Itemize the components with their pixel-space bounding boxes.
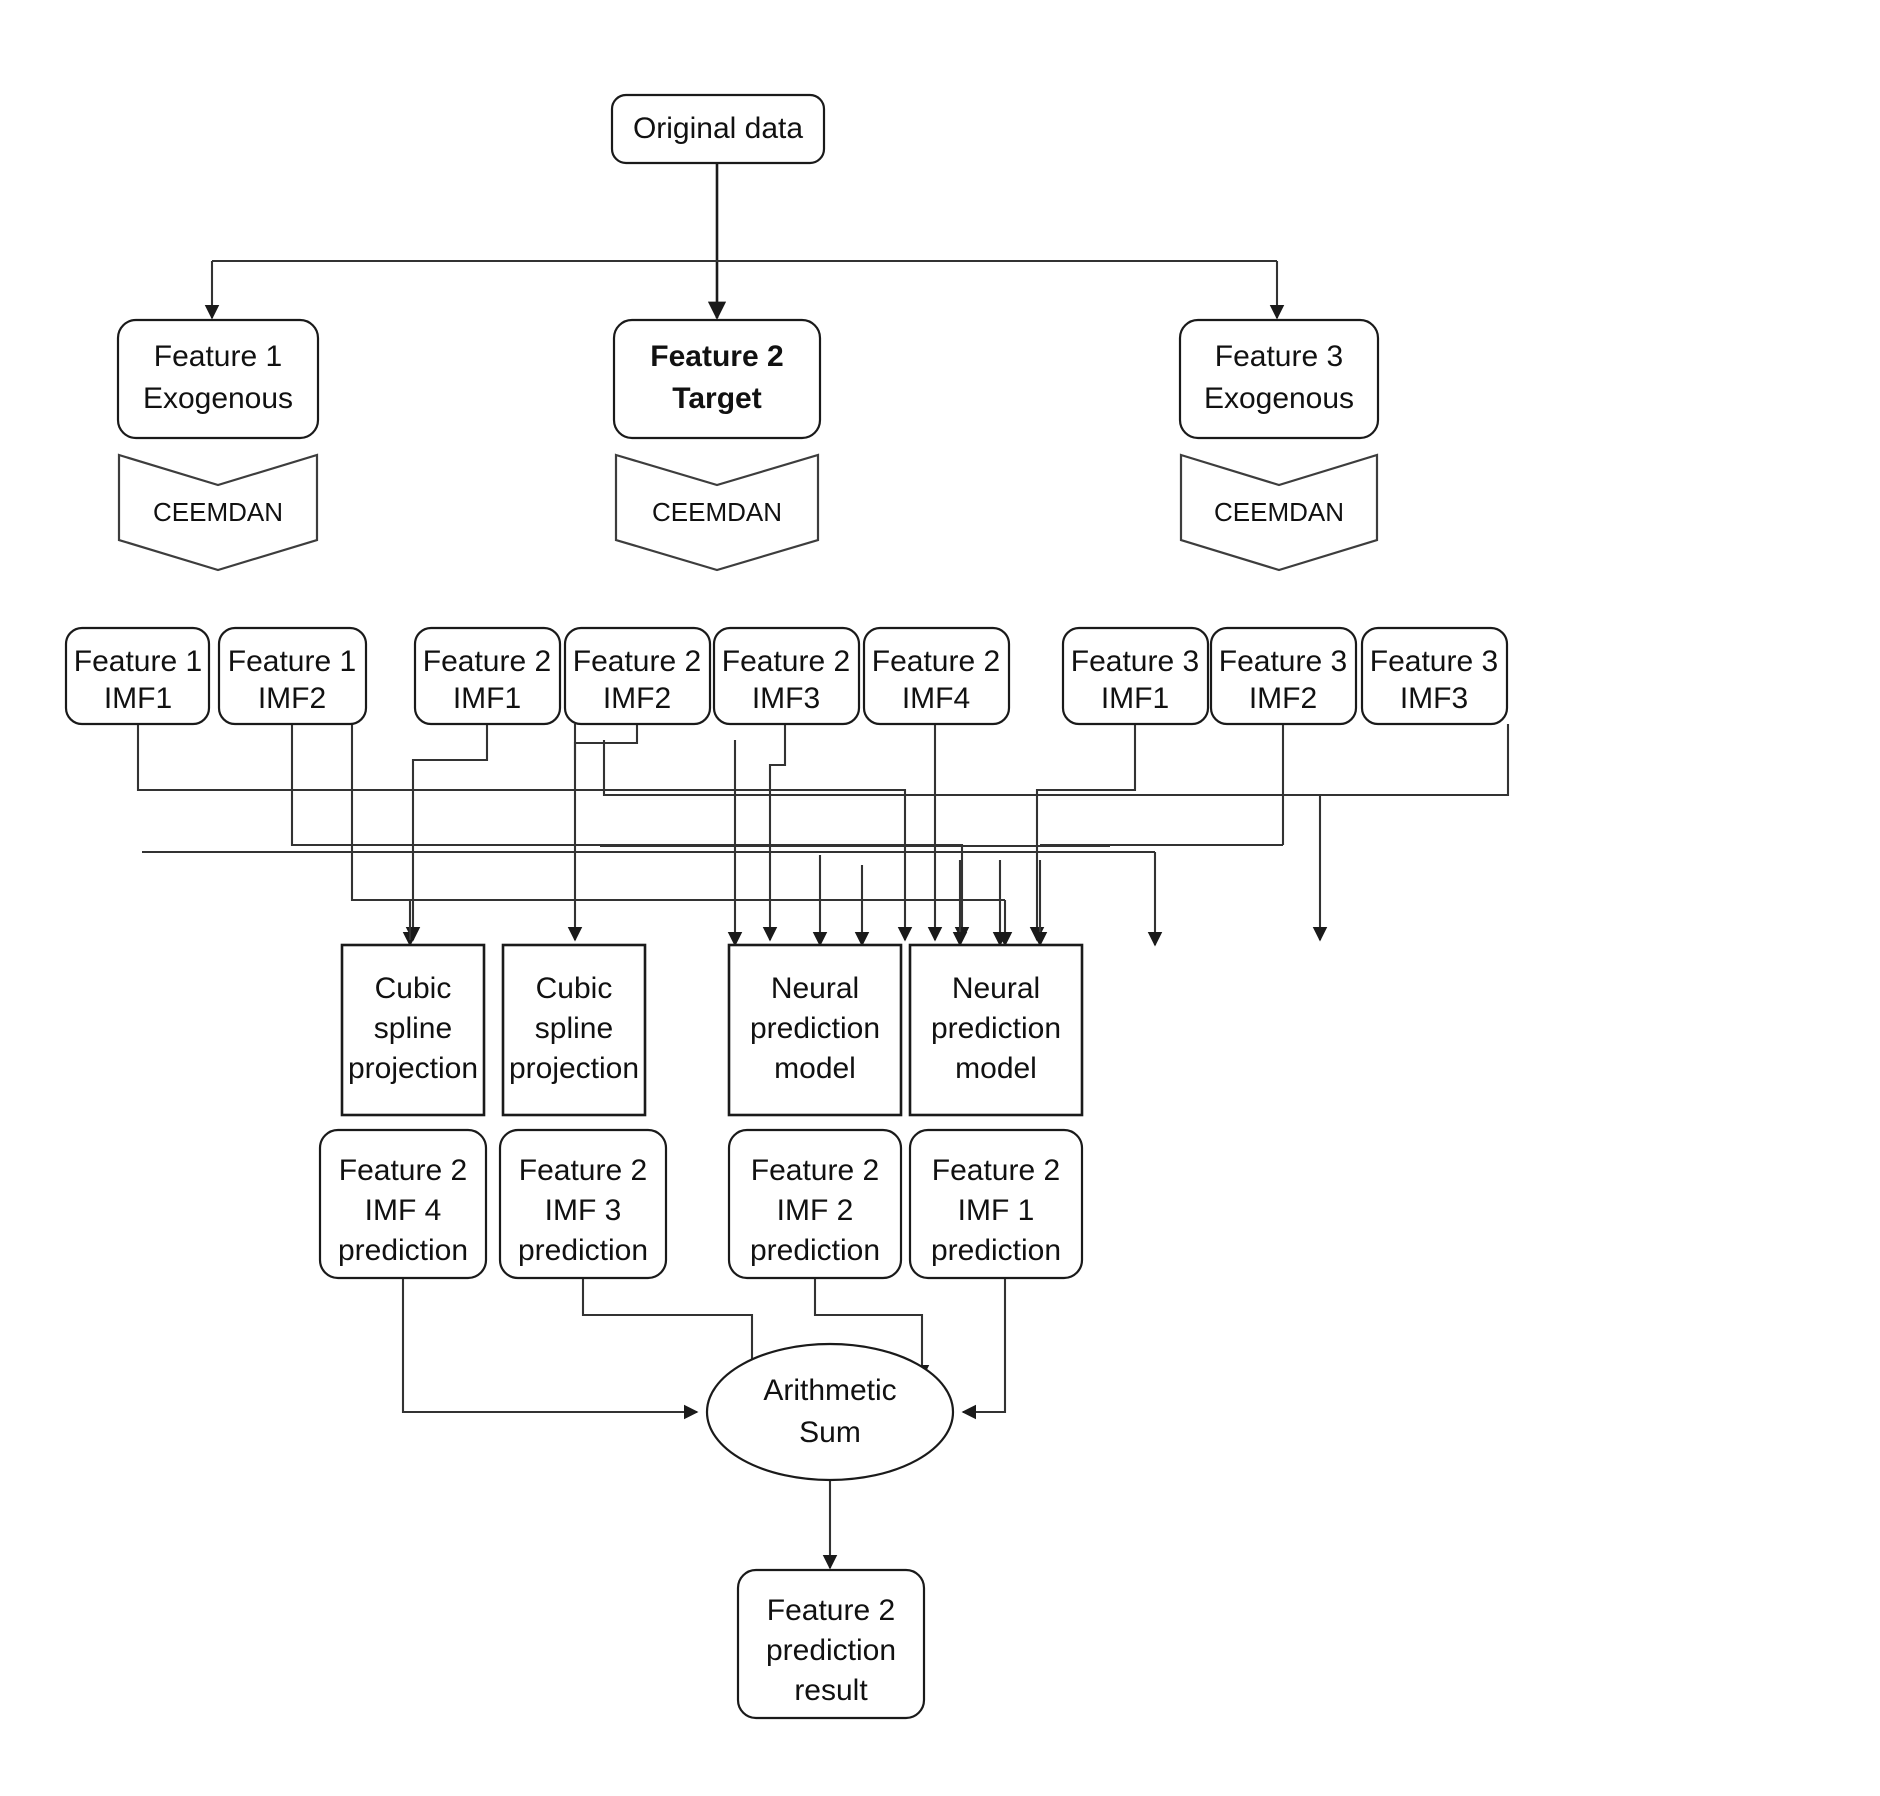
ceemdan-1-label: CEEMDAN — [153, 497, 283, 527]
feature3-source-line2: Exogenous — [1204, 382, 1354, 415]
imf-0-line2: IMF1 — [104, 682, 172, 715]
node-model-3[interactable]: Neural prediction model — [908, 943, 1084, 1117]
feature1-source-line1: Feature 1 — [154, 340, 282, 373]
imf-8-line2: IMF3 — [1400, 682, 1468, 715]
edge-routing-strands — [142, 724, 1322, 947]
imf-5-line1: Feature 2 — [872, 645, 1000, 678]
imf-1-line2: IMF2 — [258, 682, 326, 715]
prediction-2-line3: prediction — [750, 1234, 880, 1267]
prediction-1-line3: prediction — [518, 1234, 648, 1267]
imf-7-line1: Feature 3 — [1219, 645, 1347, 678]
feature2-source-line1: Feature 2 — [650, 340, 783, 373]
node-ceemdan-3[interactable]: CEEMDAN — [1179, 453, 1379, 572]
node-arithmetic-sum[interactable]: Arithmetic Sum — [705, 1342, 955, 1482]
node-model-1[interactable]: Cubic spline projection — [501, 943, 647, 1117]
ceemdan-2-label: CEEMDAN — [652, 497, 782, 527]
prediction-2-line1: Feature 2 — [751, 1154, 879, 1187]
imf-0-line1: Feature 1 — [74, 645, 202, 678]
model-1-line3: projection — [509, 1052, 639, 1085]
arithmetic-sum-line2: Sum — [799, 1416, 861, 1449]
imf-5-line2: IMF4 — [902, 682, 970, 715]
ceemdan-3-label: CEEMDAN — [1214, 497, 1344, 527]
imf-3-line2: IMF2 — [603, 682, 671, 715]
imf-4-line1: Feature 2 — [722, 645, 850, 678]
node-model-0[interactable]: Cubic spline projection — [340, 943, 486, 1117]
node-imf-2[interactable]: Feature 2 IMF1 — [413, 626, 562, 726]
feature2-source-line2: Target — [672, 382, 761, 415]
node-imf-0[interactable]: Feature 1 IMF1 — [64, 626, 211, 726]
node-imf-1[interactable]: Feature 1 IMF2 — [217, 626, 368, 726]
edge-f1imf1-to-neural1 — [136, 724, 913, 942]
imf-2-line1: Feature 2 — [423, 645, 551, 678]
flowchart-canvas: Original data Feature 1 Exogenous Featur… — [0, 0, 1880, 1796]
node-feature2-target[interactable]: Feature 2 Target — [612, 318, 822, 440]
imf-3-line1: Feature 2 — [573, 645, 701, 678]
model-3-line3: model — [955, 1052, 1037, 1085]
node-ceemdan-1[interactable]: CEEMDAN — [117, 453, 319, 572]
node-imf-4[interactable]: Feature 2 IMF3 — [712, 626, 861, 726]
edge-bus-right-to-left — [1312, 724, 1510, 942]
edge-f2imf1-to-cubic1 — [405, 724, 489, 942]
model-1-line2: spline — [535, 1012, 613, 1045]
node-original-data[interactable]: Original data — [610, 93, 826, 165]
prediction-0-line3: prediction — [338, 1234, 468, 1267]
node-feature3-exogenous[interactable]: Feature 3 Exogenous — [1178, 318, 1380, 440]
prediction-0-line1: Feature 2 — [339, 1154, 467, 1187]
node-ceemdan-2[interactable]: CEEMDAN — [614, 453, 820, 572]
feature1-source-line2: Exogenous — [143, 382, 293, 415]
imf-7-line2: IMF2 — [1249, 682, 1317, 715]
model-2-line1: Neural — [771, 972, 859, 1005]
edge-original-to-features — [204, 163, 1285, 320]
node-imf-6[interactable]: Feature 3 IMF1 — [1061, 626, 1210, 726]
prediction-1-line2: IMF 3 — [545, 1194, 622, 1227]
imf-1-line1: Feature 1 — [228, 645, 356, 678]
node-final-result[interactable]: Feature 2 prediction result — [736, 1568, 926, 1720]
node-feature1-exogenous[interactable]: Feature 1 Exogenous — [116, 318, 320, 440]
model-1-line1: Cubic — [536, 972, 613, 1005]
node-model-2[interactable]: Neural prediction model — [727, 943, 903, 1117]
node-imf-5[interactable]: Feature 2 IMF4 — [862, 626, 1011, 726]
prediction-0-line2: IMF 4 — [365, 1194, 442, 1227]
prediction-3-line2: IMF 1 — [958, 1194, 1035, 1227]
arithmetic-sum-line1: Arithmetic — [763, 1374, 896, 1407]
edge-f2imf3-to-neural1 — [762, 724, 787, 942]
node-prediction-0[interactable]: Feature 2 IMF 4 prediction — [318, 1128, 488, 1280]
final-result-line2: prediction — [766, 1634, 896, 1667]
original-data-label: Original data — [633, 112, 803, 145]
node-prediction-2[interactable]: Feature 2 IMF 2 prediction — [727, 1128, 903, 1280]
final-result-line3: result — [794, 1674, 868, 1707]
model-2-line2: prediction — [750, 1012, 880, 1045]
edge-f2imf2-to-cubic2 — [567, 724, 639, 942]
imf-8-line1: Feature 3 — [1370, 645, 1498, 678]
node-prediction-3[interactable]: Feature 2 IMF 1 prediction — [908, 1128, 1084, 1280]
feature3-source-line1: Feature 3 — [1215, 340, 1343, 373]
model-0-line1: Cubic — [375, 972, 452, 1005]
prediction-1-line1: Feature 2 — [519, 1154, 647, 1187]
node-prediction-1[interactable]: Feature 2 IMF 3 prediction — [498, 1128, 668, 1280]
imf-6-line2: IMF1 — [1101, 682, 1169, 715]
imf-2-line2: IMF1 — [453, 682, 521, 715]
edge-f3imf1-to-neural1 — [1029, 724, 1137, 942]
flowchart-svg: Original data Feature 1 Exogenous Featur… — [64, 93, 1510, 1720]
model-3-line2: prediction — [931, 1012, 1061, 1045]
node-imf-8[interactable]: Feature 3 IMF3 — [1360, 626, 1509, 726]
node-imf-3[interactable]: Feature 2 IMF2 — [563, 626, 712, 726]
imf-6-line1: Feature 3 — [1071, 645, 1199, 678]
model-0-line3: projection — [348, 1052, 478, 1085]
prediction-3-line1: Feature 2 — [932, 1154, 1060, 1187]
model-3-line1: Neural — [952, 972, 1040, 1005]
imf-4-line2: IMF3 — [752, 682, 820, 715]
prediction-2-line2: IMF 2 — [777, 1194, 854, 1227]
final-result-line1: Feature 2 — [767, 1594, 895, 1627]
edge-f3imf2-to-neural2 — [1040, 724, 1285, 847]
model-0-line2: spline — [374, 1012, 452, 1045]
node-imf-7[interactable]: Feature 3 IMF2 — [1209, 626, 1358, 726]
prediction-3-line3: prediction — [931, 1234, 1061, 1267]
model-2-line3: model — [774, 1052, 856, 1085]
